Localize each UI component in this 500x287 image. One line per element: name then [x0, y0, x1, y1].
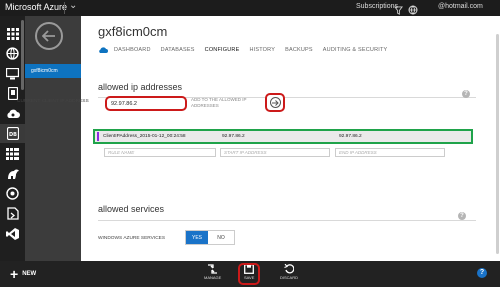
nav-service-bus[interactable]: [0, 204, 25, 223]
cloud-upload-icon[interactable]: [98, 46, 108, 54]
brand-divider: [64, 2, 65, 14]
undo-icon: [284, 264, 294, 274]
discard-label: DISCARD: [280, 275, 299, 280]
row-indicator: [97, 132, 99, 141]
main-scrollbar[interactable]: [496, 34, 499, 254]
hdinsight-icon: [7, 169, 19, 179]
start-ip-cell[interactable]: 92.97.86.2: [222, 134, 245, 139]
tab-history[interactable]: HISTORY: [249, 47, 275, 53]
chevron-down-icon[interactable]: ⌄: [69, 0, 77, 11]
save-highlight: [238, 263, 260, 285]
manage-icon: [208, 264, 218, 274]
add-to-allowed-label: ADD TO THE ALLOWED IP ADDRESSES: [191, 97, 247, 108]
page-title: gxf8icm0cm: [98, 24, 168, 39]
help-button[interactable]: ?: [477, 268, 487, 278]
top-bar: Microsoft Azure ⌄ Subscriptions @hotmail…: [0, 0, 500, 16]
nav-sql-databases[interactable]: DB: [0, 124, 25, 143]
toggle-no[interactable]: NO: [208, 231, 234, 244]
visual-studio-icon: [6, 227, 19, 240]
mobile-services-icon: [7, 87, 18, 100]
all-items-icon: [6, 27, 19, 40]
brand-title[interactable]: Microsoft Azure: [5, 2, 67, 12]
current-ip-field[interactable]: 92.97.86.2: [105, 96, 187, 111]
sql-databases-icon: DB: [6, 127, 19, 140]
help-icon[interactable]: ?: [458, 212, 466, 220]
secondary-nav: gxf8icm0cm: [25, 16, 81, 261]
left-nav: DB: [0, 16, 25, 261]
start-ip-input[interactable]: START IP ADDRESS: [220, 148, 330, 157]
help-icon[interactable]: ?: [462, 90, 470, 98]
tab-bar: DASHBOARD DATABASES CONFIGURE HISTORY BA…: [98, 45, 397, 55]
nav-cloud-services[interactable]: [0, 104, 25, 123]
account-name[interactable]: @hotmail.com: [438, 3, 483, 10]
manage-button[interactable]: MANAGE: [204, 264, 221, 280]
current-ip-label: CURRENT CLIENT IP ADDRESS: [17, 99, 89, 104]
toggle-yes[interactable]: YES: [186, 231, 208, 244]
windows-azure-services-toggle[interactable]: YES NO: [185, 230, 235, 245]
nav-all-items[interactable]: [0, 24, 25, 43]
cloud-services-icon: [6, 109, 20, 118]
media-services-icon: [6, 187, 19, 200]
nav-websites[interactable]: [0, 44, 25, 63]
tab-auditing-security[interactable]: AUDITING & SECURITY: [323, 47, 388, 53]
new-button[interactable]: + NEW: [10, 266, 37, 282]
rule-name-input[interactable]: RULE NAME: [104, 148, 216, 157]
nav-visual-studio[interactable]: [0, 224, 25, 243]
section-divider: [98, 220, 476, 221]
windows-azure-services-label: WINDOWS AZURE SERVICES: [98, 236, 166, 241]
nav-storage[interactable]: [0, 144, 25, 163]
svg-text:DB: DB: [9, 132, 17, 138]
new-label: NEW: [22, 271, 37, 277]
arrow-right-icon: [269, 97, 281, 108]
subscriptions-link[interactable]: Subscriptions: [356, 3, 398, 10]
websites-icon: [6, 47, 19, 60]
tab-configure[interactable]: CONFIGURE: [205, 47, 240, 53]
nav-hdinsight[interactable]: [0, 164, 25, 183]
discard-button[interactable]: DISCARD: [280, 264, 298, 280]
virtual-machines-icon: [6, 67, 19, 79]
tab-backups[interactable]: BACKUPS: [285, 47, 313, 53]
tab-dashboard[interactable]: DASHBOARD: [114, 47, 151, 53]
end-ip-cell[interactable]: 92.97.86.2: [339, 134, 362, 139]
allowed-services-section-title: allowed services: [98, 204, 165, 214]
back-button[interactable]: [35, 22, 63, 50]
ip-rule-row[interactable]: ClientIPAddress_2015-01-12_00:24:58 92.9…: [93, 129, 473, 144]
plus-icon: +: [10, 266, 19, 282]
nav-virtual-machines[interactable]: [0, 64, 25, 83]
tab-databases[interactable]: DATABASES: [161, 47, 195, 53]
arrow-left-icon: [42, 30, 55, 42]
storage-icon: [6, 147, 19, 160]
server-list-item[interactable]: gxf8icm0cm: [25, 64, 81, 78]
rule-name-cell[interactable]: ClientIPAddress_2015-01-12_00:24:58: [103, 134, 186, 139]
add-ip-button[interactable]: [265, 93, 285, 112]
end-ip-input[interactable]: END IP ADDRESS: [335, 148, 445, 157]
service-bus-icon: [6, 207, 19, 220]
nav-media-services[interactable]: [0, 184, 25, 203]
allowed-ip-section-title: allowed ip addresses: [98, 82, 183, 92]
manage-label: MANAGE: [204, 275, 222, 280]
